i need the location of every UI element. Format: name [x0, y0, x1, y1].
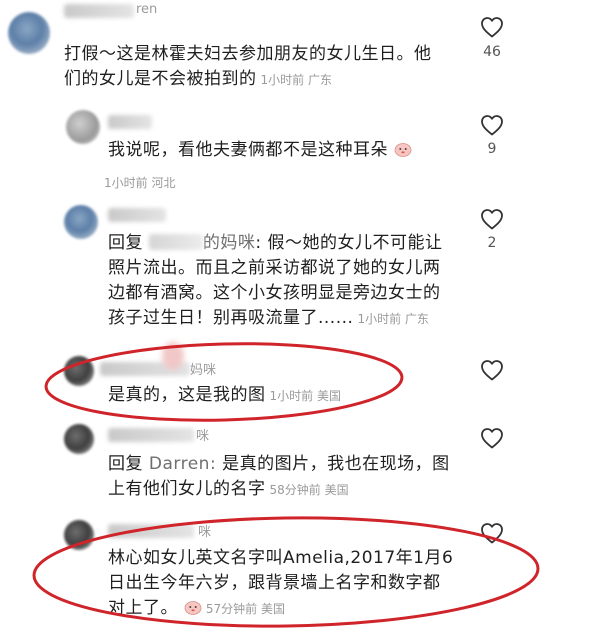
avatar[interactable]: [64, 424, 94, 454]
heart-outline-icon[interactable]: [480, 114, 504, 136]
like-count: 9: [487, 141, 497, 157]
username-blurred[interactable]: [108, 208, 166, 222]
comment-line: 们的女儿是不会被拍到的: [64, 69, 257, 89]
username-fragment: 咪: [198, 525, 212, 540]
comment-text: 我说呢，看他夫妻俩都不是这种耳朵: [108, 138, 468, 163]
comment-line: 是真的图片，我也在现场，图: [222, 454, 450, 474]
blushing-face-emoji: [394, 143, 412, 157]
comment-line: 上有他们女儿的名字: [108, 479, 266, 499]
avatar[interactable]: [64, 205, 98, 239]
reply-target[interactable]: Darren:: [149, 454, 216, 474]
timestamp: 57分钟前: [205, 602, 258, 616]
comment-line: 照片流出。而且之前采访都说了她的女儿两: [108, 258, 441, 278]
heart-outline-icon[interactable]: [480, 16, 504, 38]
location: 广东: [404, 312, 429, 326]
blushing-face-emoji: [184, 601, 202, 615]
comment-meta: 1小时前 河北: [104, 174, 175, 191]
comment-text: 林心如女儿英文名字叫Amelia,2017年1月6 日出生今年六岁，跟背景墙上名…: [108, 546, 528, 622]
blurred-sticker: [162, 342, 184, 370]
location: 河北: [151, 176, 176, 190]
timestamp: 1小时前: [260, 73, 305, 87]
comment-line: 我说呢，看他夫妻俩都不是这种耳朵: [108, 140, 388, 160]
username-blurred[interactable]: [64, 4, 134, 18]
avatar[interactable]: [64, 356, 94, 386]
comment-line-with-meta: 孩子过生日！别再吸流量了...... 1小时前 广东: [108, 306, 478, 332]
location: 美国: [316, 389, 341, 403]
comment-line: 打假～这是林霍夫妇去参加朋友的女儿生日。他: [64, 44, 432, 64]
username-fragment: ren: [136, 2, 158, 17]
comment-line: 孩子过生日！别再吸流量了......: [108, 308, 354, 328]
comment-text: 回复 Darren: 是真的图片，我也在现场，图 上有他们女儿的名字 58分钟前 …: [108, 452, 458, 503]
comment-line: 假～她的女儿不可能让: [267, 233, 443, 253]
comment-text: 打假～这是林霍夫妇去参加朋友的女儿生日。他 们的女儿是不会被拍到的 1小时前 广东: [64, 42, 464, 93]
comment-text: 是真的，这是我的图 1小时前 美国: [108, 383, 448, 409]
username-blurred[interactable]: [108, 428, 194, 442]
timestamp: 1小时前: [357, 312, 402, 326]
reply-target[interactable]: 的妈咪: [203, 233, 256, 253]
comment-line-with-meta: 是真的，这是我的图 1小时前 美国: [108, 383, 448, 409]
comment-line-with-meta: 对上了。 57分钟前 美国: [108, 596, 528, 622]
comment-line: 日出生今年六岁，跟背景墙上名字和数字都: [108, 573, 441, 593]
comment-line: 是真的，这是我的图: [108, 385, 266, 405]
avatar[interactable]: [64, 520, 94, 550]
timestamp: 1小时前: [269, 389, 314, 403]
comment-text: 回复 的妈咪: 假～她的女儿不可能让 照片流出。而且之前采访都说了她的女儿两 边…: [108, 231, 478, 332]
comment-line: 林心如女儿英文名字叫Amelia,2017年1月6: [108, 548, 454, 568]
heart-outline-icon[interactable]: [480, 359, 504, 381]
avatar[interactable]: [66, 110, 100, 144]
like-count: 46: [483, 44, 501, 60]
reply-prefix: 回复: [108, 454, 143, 474]
location: 广东: [307, 73, 332, 87]
like-count: 2: [487, 235, 497, 251]
location: 美国: [324, 483, 349, 497]
heart-outline-icon[interactable]: [480, 522, 504, 544]
reply-line: 回复 的妈咪: 假～她的女儿不可能让: [108, 233, 443, 253]
comment-line: 边都有酒窝。这个小女孩明显是旁边女士的: [108, 283, 441, 303]
heart-outline-icon[interactable]: [480, 427, 504, 449]
comment-line: 对上了。: [108, 598, 178, 618]
avatar[interactable]: [8, 12, 50, 54]
reply-target-blurred[interactable]: [148, 234, 203, 250]
comment-line-with-meta: 上有他们女儿的名字 58分钟前 美国: [108, 477, 458, 503]
heart-outline-icon[interactable]: [480, 208, 504, 230]
timestamp: 1小时前: [104, 176, 148, 190]
reply-prefix: 回复: [108, 233, 143, 253]
reply-line: 回复 Darren: 是真的图片，我也在现场，图: [108, 452, 458, 477]
comment-line-with-meta: 们的女儿是不会被拍到的 1小时前 广东: [64, 67, 464, 93]
username-blurred[interactable]: [108, 115, 152, 129]
location: 美国: [261, 602, 286, 616]
username-fragment: 咪: [196, 429, 210, 444]
username-blurred[interactable]: [108, 524, 194, 538]
username-fragment: 妈咪: [190, 363, 217, 378]
timestamp: 58分钟前: [269, 483, 321, 497]
comment-line-with-emoji: 我说呢，看他夫妻俩都不是这种耳朵: [108, 138, 468, 163]
